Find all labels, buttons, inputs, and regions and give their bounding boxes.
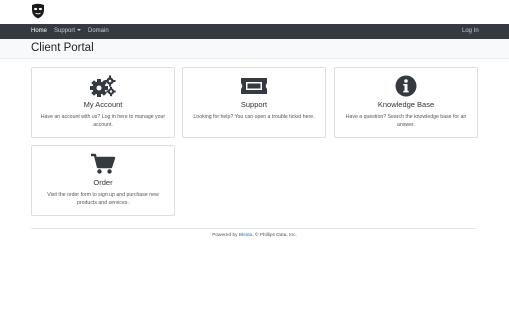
nav-support-label: Support <box>54 28 76 34</box>
card-support[interactable]: Support Looking for help? You can open a… <box>182 67 326 138</box>
card-description: Looking for help? You can open a trouble… <box>193 114 315 120</box>
card-title: Order <box>93 178 113 187</box>
footer-copyright: , © Phillips Data, Inc. <box>252 233 297 238</box>
shopping-cart-icon <box>32 153 174 175</box>
card-title: Support <box>240 100 268 109</box>
card-description: Have a question? Search the knowledge ba… <box>345 114 467 128</box>
card-order[interactable]: Order Visit the order form to sign up an… <box>31 145 175 216</box>
card-description: Have an account with us? Log in here to … <box>40 114 166 128</box>
mask-logo-icon[interactable] <box>31 3 45 19</box>
info-circle-icon <box>335 75 477 97</box>
blesta-link[interactable]: Blesta <box>239 233 252 238</box>
footer: Powered by Blesta, © Phillips Data, Inc. <box>0 233 509 238</box>
card-title: My Account <box>83 100 123 109</box>
logo-bar <box>0 0 509 24</box>
nav-domain[interactable]: Domain <box>88 24 109 39</box>
footer-divider <box>31 228 476 229</box>
caret-down-icon <box>77 29 82 31</box>
card-knowledge-base[interactable]: Knowledge Base Have a question? Search t… <box>334 67 478 138</box>
nav-support-dropdown[interactable]: Support <box>54 24 82 39</box>
login-link[interactable]: Log In <box>462 24 479 39</box>
nav-home[interactable]: Home <box>31 24 47 39</box>
card-title: Knowledge Base <box>377 100 435 109</box>
card-my-account[interactable]: My Account Have an account with us? Log … <box>31 67 175 138</box>
gears-icon <box>32 75 174 97</box>
footer-prefix: Powered by <box>212 233 239 238</box>
ticket-icon <box>183 75 325 97</box>
page-header: Client Portal <box>0 39 509 59</box>
page-title: Client Portal <box>31 42 94 54</box>
card-description: Visit the order form to sign up and purc… <box>47 192 159 206</box>
top-navbar: Home Support Domain Log In <box>0 24 509 39</box>
